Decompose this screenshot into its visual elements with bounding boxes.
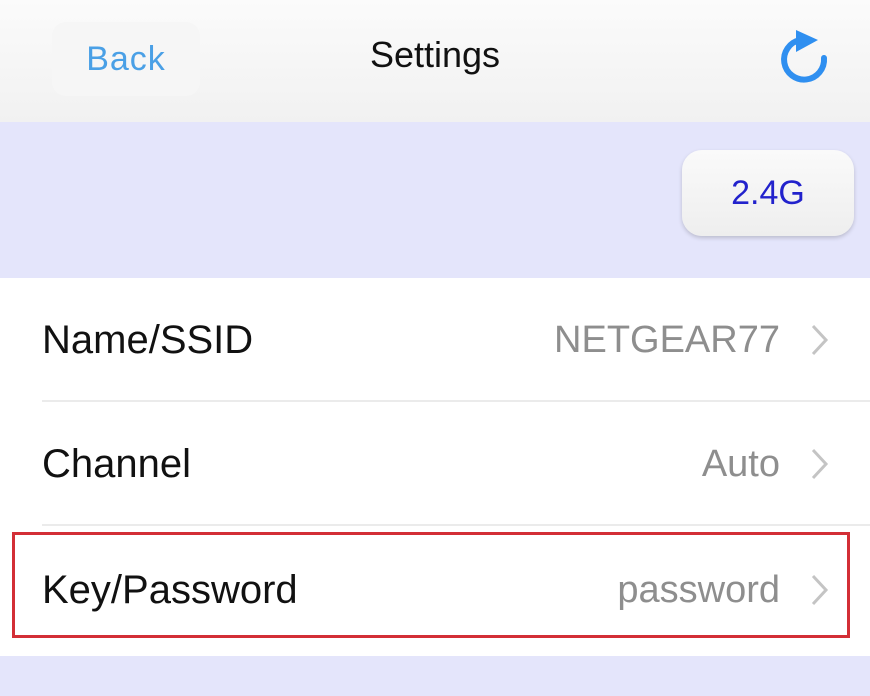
chevron-right-icon [810,402,830,526]
setting-value: Auto [701,442,780,485]
setting-label: Name/SSID [42,317,254,362]
refresh-button[interactable] [766,18,846,98]
list-item-key-password[interactable]: Key/Password password [0,526,870,654]
setting-label: Channel [42,441,192,486]
band-toggle-button[interactable]: 2.4G [682,150,854,236]
page-title: Settings [369,34,501,75]
refresh-icon [781,30,828,83]
setting-value: password [617,568,780,611]
list-item-channel[interactable]: Channel Auto [0,402,870,526]
settings-list: Name/SSID NETGEAR77 Channel Auto Key/Pas… [0,278,870,654]
band-selector-bar: 2.4G [0,122,870,278]
chevron-right-icon [810,278,830,402]
settings-screen: Back Settings 2.4G Name/SSID NETGEAR77 C… [0,0,870,696]
navigation-bar: Back Settings [0,0,870,122]
chevron-right-icon [810,526,830,654]
setting-value: NETGEAR77 [554,318,780,361]
list-item-name-ssid[interactable]: Name/SSID NETGEAR77 [0,278,870,402]
setting-label: Key/Password [42,567,298,612]
footer-band [0,656,870,696]
